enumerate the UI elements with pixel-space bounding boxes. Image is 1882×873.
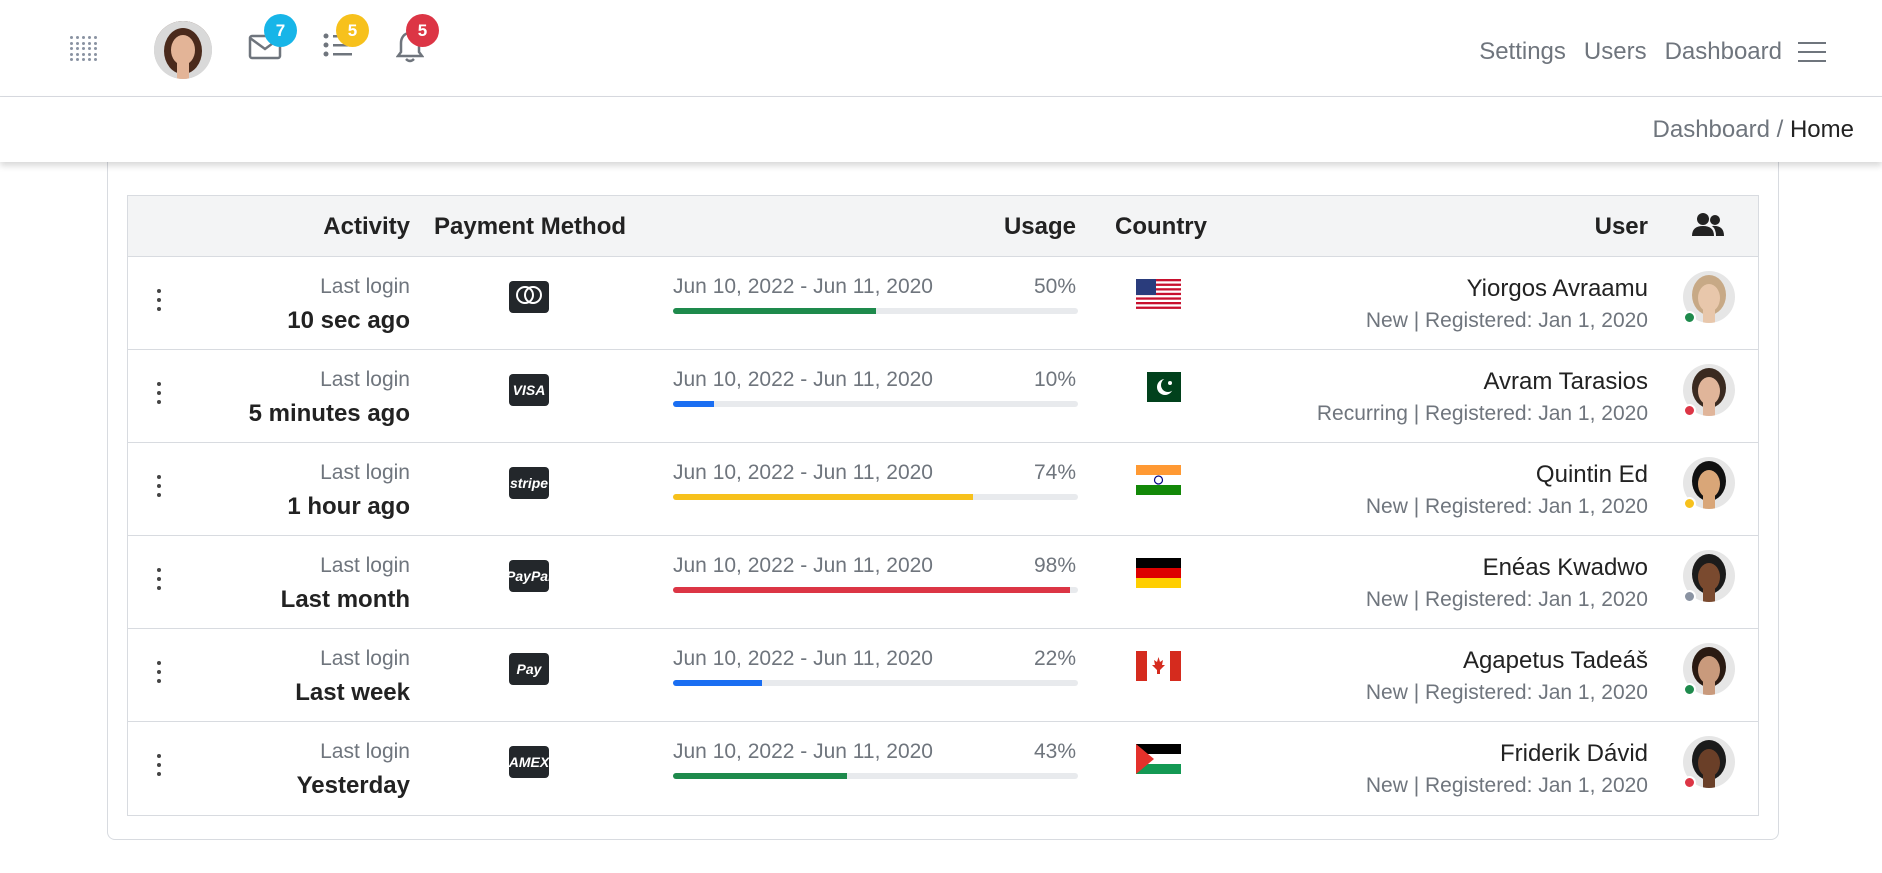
payment-amex-icon: AMEX xyxy=(509,746,549,778)
table-header: Activity Payment Method Usage Country Us… xyxy=(128,196,1758,257)
usage-progress-bar xyxy=(673,773,1078,779)
app-grid-icon[interactable] xyxy=(70,36,100,62)
menu-icon[interactable] xyxy=(1798,42,1826,62)
user-registration: New | Registered: Jan 1, 2020 xyxy=(1365,309,1648,332)
breadcrumb-home: Home xyxy=(1789,116,1854,143)
usage-progress-bar xyxy=(673,308,1078,314)
payment-mastercard-icon xyxy=(509,281,549,318)
user-registration: Recurring | Registered: Jan 1, 2020 xyxy=(1316,402,1648,425)
top-header: 7 5 5 Settings Users Dashboard xyxy=(0,0,1882,97)
activity-time: Last month xyxy=(280,586,410,613)
activity-label: Last login xyxy=(320,275,410,298)
row-actions-icon[interactable] xyxy=(156,752,162,780)
activity-label: Last login xyxy=(320,368,410,391)
activity-time: 1 hour ago xyxy=(287,493,410,520)
bell-icon[interactable]: 5 xyxy=(396,14,439,70)
mail-badge: 7 xyxy=(264,14,297,47)
usage-progress-bar xyxy=(673,401,1078,407)
usage-progress-bar xyxy=(673,587,1078,593)
usage-percent: 98% xyxy=(1033,554,1076,577)
table-row[interactable]: Last login 10 sec ago Jun 10, 2022 - Jun… xyxy=(128,257,1758,350)
payment-paypal-icon: PayPal xyxy=(506,560,552,592)
header-country: Country xyxy=(1115,213,1207,240)
usage-percent: 50% xyxy=(1033,275,1076,298)
usage-progress-bar xyxy=(673,680,1078,686)
row-actions-icon[interactable] xyxy=(156,287,162,315)
flag-in-icon xyxy=(1136,465,1181,495)
activity-label: Last login xyxy=(320,647,410,670)
payment-visa-icon: VISA xyxy=(509,374,549,406)
current-user-avatar[interactable] xyxy=(154,21,212,79)
task-list-icon[interactable]: 5 xyxy=(322,14,369,70)
usage-period: Jun 10, 2022 - Jun 11, 2020 xyxy=(673,554,933,577)
activity-time: Last week xyxy=(295,679,410,706)
user-registration: New | Registered: Jan 1, 2020 xyxy=(1365,681,1648,704)
row-actions-icon[interactable] xyxy=(156,473,162,501)
usage-period: Jun 10, 2022 - Jun 11, 2020 xyxy=(673,275,933,298)
payment-pay-icon: Pay xyxy=(509,653,549,685)
table-row[interactable]: Last login Yesterday AMEX Jun 10, 2022 -… xyxy=(128,722,1758,815)
activity-time: Yesterday xyxy=(296,772,410,799)
user-status-dot xyxy=(1683,683,1696,696)
breadcrumb-separator: / xyxy=(1776,116,1784,143)
breadcrumb-bar: Dashboard / Home xyxy=(0,97,1882,162)
user-name: Friderik Dávid xyxy=(1499,740,1648,767)
header-payment-method: Payment Method xyxy=(434,213,627,240)
row-actions-icon[interactable] xyxy=(156,659,162,687)
row-actions-icon[interactable] xyxy=(156,566,162,594)
user-status-dot xyxy=(1683,497,1696,510)
user-status-dot xyxy=(1683,404,1696,417)
user-registration: New | Registered: Jan 1, 2020 xyxy=(1365,774,1648,797)
flag-pk-icon xyxy=(1136,372,1181,402)
activity-time: 10 sec ago xyxy=(287,307,410,334)
flag-us-icon xyxy=(1136,279,1181,309)
activity-label: Last login xyxy=(320,740,410,763)
top-nav: Settings Users Dashboard xyxy=(1479,38,1782,66)
tasks-badge: 5 xyxy=(336,14,369,47)
nav-link-dashboard[interactable]: Dashboard xyxy=(1665,38,1782,66)
activity-time: 5 minutes ago xyxy=(248,400,410,427)
user-name: Agapetus Tadeáš xyxy=(1462,647,1648,674)
usage-period: Jun 10, 2022 - Jun 11, 2020 xyxy=(673,740,933,763)
user-registration: New | Registered: Jan 1, 2020 xyxy=(1365,495,1648,518)
flag-de-icon xyxy=(1136,558,1181,588)
usage-period: Jun 10, 2022 - Jun 11, 2020 xyxy=(673,647,933,670)
payment-stripe-icon: stripe xyxy=(509,467,549,499)
flag-ps-icon xyxy=(1136,744,1181,774)
mail-icon[interactable]: 7 xyxy=(248,14,297,70)
usage-period: Jun 10, 2022 - Jun 11, 2020 xyxy=(673,368,933,391)
usage-period: Jun 10, 2022 - Jun 11, 2020 xyxy=(673,461,933,484)
table-row[interactable]: Last login 5 minutes ago VISA Jun 10, 20… xyxy=(128,350,1758,443)
user-name: Avram Tarasios xyxy=(1483,368,1648,395)
breadcrumb-dashboard[interactable]: Dashboard xyxy=(1653,116,1770,143)
user-status-dot xyxy=(1683,311,1696,324)
breadcrumb: Dashboard / Home xyxy=(1653,116,1854,144)
nav-link-users[interactable]: Users xyxy=(1584,38,1647,66)
row-actions-icon[interactable] xyxy=(156,380,162,408)
user-status-dot xyxy=(1683,590,1696,603)
table-row[interactable]: Last login Last week Pay Jun 10, 2022 - … xyxy=(128,629,1758,722)
user-registration: New | Registered: Jan 1, 2020 xyxy=(1365,588,1648,611)
usage-progress-bar xyxy=(673,494,1078,500)
users-table: Activity Payment Method Usage Country Us… xyxy=(127,195,1759,816)
usage-percent: 74% xyxy=(1033,461,1076,484)
header-user: User xyxy=(1594,213,1648,240)
nav-link-settings[interactable]: Settings xyxy=(1479,38,1566,66)
activity-label: Last login xyxy=(320,461,410,484)
activity-label: Last login xyxy=(320,554,410,577)
usage-percent: 43% xyxy=(1033,740,1076,763)
user-name: Enéas Kwadwo xyxy=(1482,554,1648,581)
users-group-icon xyxy=(1692,212,1724,245)
user-name: Quintin Ed xyxy=(1535,461,1648,488)
header-usage: Usage xyxy=(1003,213,1076,240)
notifications-badge: 5 xyxy=(406,14,439,47)
table-row[interactable]: Last login Last month PayPal Jun 10, 202… xyxy=(128,536,1758,629)
usage-percent: 10% xyxy=(1033,368,1076,391)
usage-percent: 22% xyxy=(1033,647,1076,670)
header-activity: Activity xyxy=(323,213,410,240)
flag-ca-icon xyxy=(1136,651,1181,681)
table-row[interactable]: Last login 1 hour ago stripe Jun 10, 202… xyxy=(128,443,1758,536)
user-status-dot xyxy=(1683,776,1696,789)
user-name: Yiorgos Avraamu xyxy=(1466,275,1648,302)
